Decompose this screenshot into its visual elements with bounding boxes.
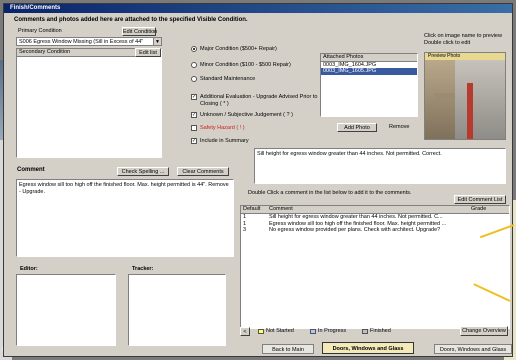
comment-list-hint: Double Click a comment in the list below… xyxy=(248,190,412,196)
instruction-text: Comments and photos added here are attac… xyxy=(14,17,248,23)
preview-hint-2: Double click to edit xyxy=(424,40,471,46)
preview-photo-title: Preview Photo xyxy=(425,53,505,60)
grid-col-default[interactable]: Default xyxy=(241,206,269,213)
secondary-condition-label: Secondary Condition xyxy=(19,49,71,55)
check-additional-evaluation[interactable]: ✓ Additional Evaluation - Upgrade Advised… xyxy=(191,94,319,107)
editor-box[interactable] xyxy=(16,274,116,346)
tracker-label: Tracker: xyxy=(132,266,154,272)
preview-photo[interactable]: Preview Photo xyxy=(424,52,506,140)
clear-comments-button[interactable]: Clear Comments xyxy=(177,167,229,176)
radio-minor[interactable]: Minor Condition ($100 - $500 Repair) xyxy=(191,62,291,68)
legend-swatch xyxy=(362,328,368,334)
radio-major-indicator[interactable] xyxy=(191,46,197,52)
radio-minor-indicator[interactable] xyxy=(191,62,197,68)
primary-condition-value: S006 Egress Window Missing (Sill in Exce… xyxy=(19,39,144,45)
radio-standard-indicator[interactable] xyxy=(191,76,197,82)
radio-major[interactable]: Major Condition ($500+ Repair) xyxy=(191,46,277,52)
finish-comments-dialog: Finish/Comments Comments and photos adde… xyxy=(3,3,513,357)
check-include-summary[interactable]: ✓ Include in Summary xyxy=(191,138,249,144)
scroll-left-button[interactable]: < xyxy=(240,327,250,336)
edit-comment-list-button[interactable]: Edit Comment List xyxy=(454,195,506,204)
check-unknown-judgement-label: Unknown / Subjective Judgement ( ? ) xyxy=(200,112,293,118)
edit-condition-button[interactable]: Edit Condition xyxy=(122,27,157,36)
comment-list-grid[interactable]: Default Comment Grade 1 Sill height for … xyxy=(240,205,510,329)
primary-condition-label: Primary Condition xyxy=(18,28,62,34)
tab-doors-windows-glass[interactable]: Doors, Windows and Glass xyxy=(434,344,512,354)
radio-standard[interactable]: Standard Maintenance xyxy=(191,76,255,82)
remove-photo-button[interactable]: Remove xyxy=(389,124,409,131)
photo-item-selected[interactable]: 0003_IMG_1605.JPG xyxy=(321,68,417,75)
selected-comment-box[interactable]: Sill height for egress window greater th… xyxy=(254,148,506,184)
legend-label: Not Started xyxy=(266,328,294,334)
check-include-summary-label: Include in Summary xyxy=(200,138,249,144)
chevron-down-icon[interactable]: ▼ xyxy=(153,38,161,45)
add-photo-button[interactable]: Add Photo xyxy=(337,123,377,132)
change-overview-button[interactable]: Change Overview xyxy=(460,326,508,336)
edit-list-button[interactable]: Edit list xyxy=(135,48,161,57)
grid-col-comment[interactable]: Comment xyxy=(269,206,469,213)
tracker-box[interactable] xyxy=(128,274,226,346)
check-spelling-button[interactable]: Check Spelling ... xyxy=(117,167,169,176)
table-row[interactable]: 3 No egress window provided per plans. C… xyxy=(241,227,509,234)
preview-image-part xyxy=(455,60,505,139)
legend-in-progress: In Progress xyxy=(310,328,346,334)
legend-label: In Progress xyxy=(318,328,347,334)
editor-label: Editor: xyxy=(20,266,38,272)
check-safety-hazard-box[interactable] xyxy=(191,125,197,131)
legend-label: Finished xyxy=(370,328,391,334)
cell-default: 3 xyxy=(243,227,247,233)
grid-header: Default Comment Grade xyxy=(241,206,509,214)
preview-image-detail xyxy=(467,83,473,139)
primary-condition-select[interactable]: S006 Egress Window Missing (Sill in Exce… xyxy=(16,37,162,46)
preview-image-detail xyxy=(435,93,455,101)
comment-label: Comment xyxy=(17,167,45,173)
check-unknown-judgement[interactable]: ✓ Unknown / Subjective Judgement ( ? ) xyxy=(191,112,293,118)
check-safety-hazard[interactable]: Safety Hazard ( ! ) xyxy=(191,125,245,131)
check-safety-hazard-label: Safety Hazard ( ! ) xyxy=(200,125,245,131)
legend-finished: Finished xyxy=(362,328,391,334)
attached-photos-header: Attached Photos xyxy=(321,54,417,62)
cell-comment: No egress window provided per plans. Che… xyxy=(269,227,441,233)
radio-major-label: Major Condition ($500+ Repair) xyxy=(200,46,277,52)
check-include-summary-box[interactable]: ✓ xyxy=(191,138,197,144)
secondary-condition-list[interactable]: Secondary Condition Edit list xyxy=(16,48,162,158)
grid-col-grade[interactable]: Grade xyxy=(469,206,509,213)
preview-hint-1: Click on image name to preview xyxy=(424,33,502,39)
attached-photos-list[interactable]: Attached Photos 0003_IMG_1604.JPG 0003_I… xyxy=(320,53,418,117)
radio-standard-label: Standard Maintenance xyxy=(200,76,256,82)
check-additional-evaluation-box[interactable]: ✓ xyxy=(191,94,197,100)
window-title: Finish/Comments xyxy=(4,4,512,13)
check-unknown-judgement-box[interactable]: ✓ xyxy=(191,112,197,118)
legend-swatch xyxy=(310,328,316,334)
tab-doors-windows-glass-active[interactable]: Doors, Windows and Glass xyxy=(322,342,414,354)
radio-minor-label: Minor Condition ($100 - $500 Repair) xyxy=(200,62,291,68)
comment-textarea[interactable]: Egress window sill too high off the fini… xyxy=(16,179,234,257)
legend-swatch xyxy=(258,328,264,334)
check-additional-evaluation-label: Additional Evaluation - Upgrade Advised … xyxy=(200,94,318,107)
legend-not-started: Not Started xyxy=(258,328,294,334)
tab-back-to-main[interactable]: Back to Main xyxy=(262,344,314,354)
